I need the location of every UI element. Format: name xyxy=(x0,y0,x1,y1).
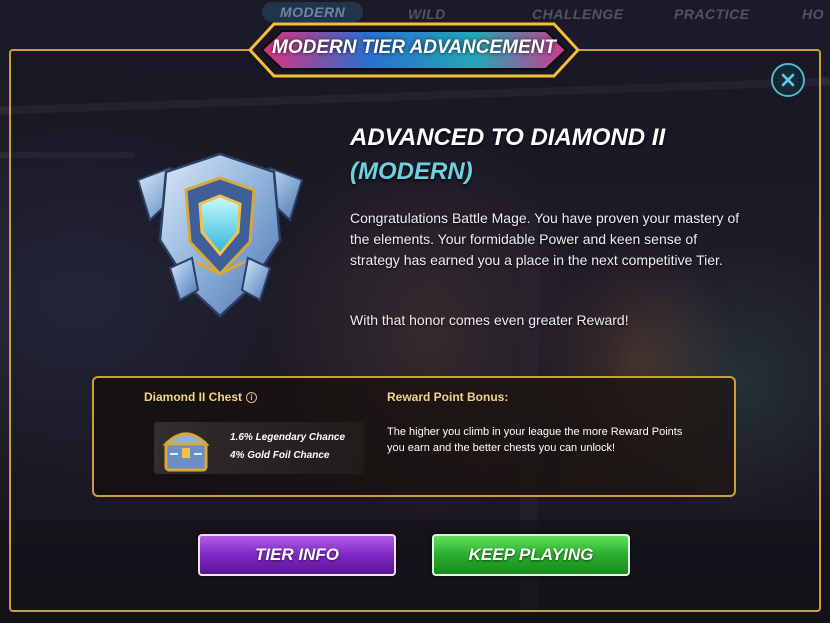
close-button[interactable] xyxy=(771,63,805,97)
keep-playing-button[interactable]: KEEP PLAYING xyxy=(432,534,630,576)
chest-title: Diamond II Chest i xyxy=(144,390,258,404)
diamond-league-badge-icon xyxy=(130,150,310,320)
rewards-box: Diamond II Chest i 1.6% Legendary Chance… xyxy=(92,376,736,497)
congratulations-message: Congratulations Battle Mage. You have pr… xyxy=(350,210,740,268)
format-subheading: (MODERN) xyxy=(350,158,473,185)
modal-title: MODERN TIER ADVANCEMENT xyxy=(272,37,556,58)
bonus-title: Reward Point Bonus: xyxy=(387,390,509,404)
diamond-chest-icon xyxy=(162,432,210,472)
chest-card: 1.6% Legendary Chance 4% Gold Foil Chanc… xyxy=(154,422,364,474)
tab-practice[interactable]: PRACTICE xyxy=(674,6,750,22)
tab-home[interactable]: HO xyxy=(802,6,824,22)
tab-modern[interactable]: MODERN xyxy=(262,2,364,22)
tab-wild[interactable]: WILD xyxy=(408,6,446,22)
legendary-chance: 1.6% Legendary Chance xyxy=(230,432,346,443)
info-icon[interactable]: i xyxy=(246,391,258,403)
bonus-text: The higher you climb in your league the … xyxy=(387,426,683,454)
chest-title-label: Diamond II Chest xyxy=(144,390,243,404)
tier-info-button[interactable]: TIER INFO xyxy=(198,534,396,576)
gold-foil-chance: 4% Gold Foil Chance xyxy=(230,450,330,461)
reward-message: With that honor comes even greater Rewar… xyxy=(350,312,629,328)
tab-challenge[interactable]: CHALLENGE xyxy=(532,6,624,22)
tier-heading: ADVANCED TO DIAMOND II xyxy=(350,124,666,151)
modal-title-banner: MODERN TIER ADVANCEMENT xyxy=(248,22,580,78)
close-icon xyxy=(781,73,795,87)
